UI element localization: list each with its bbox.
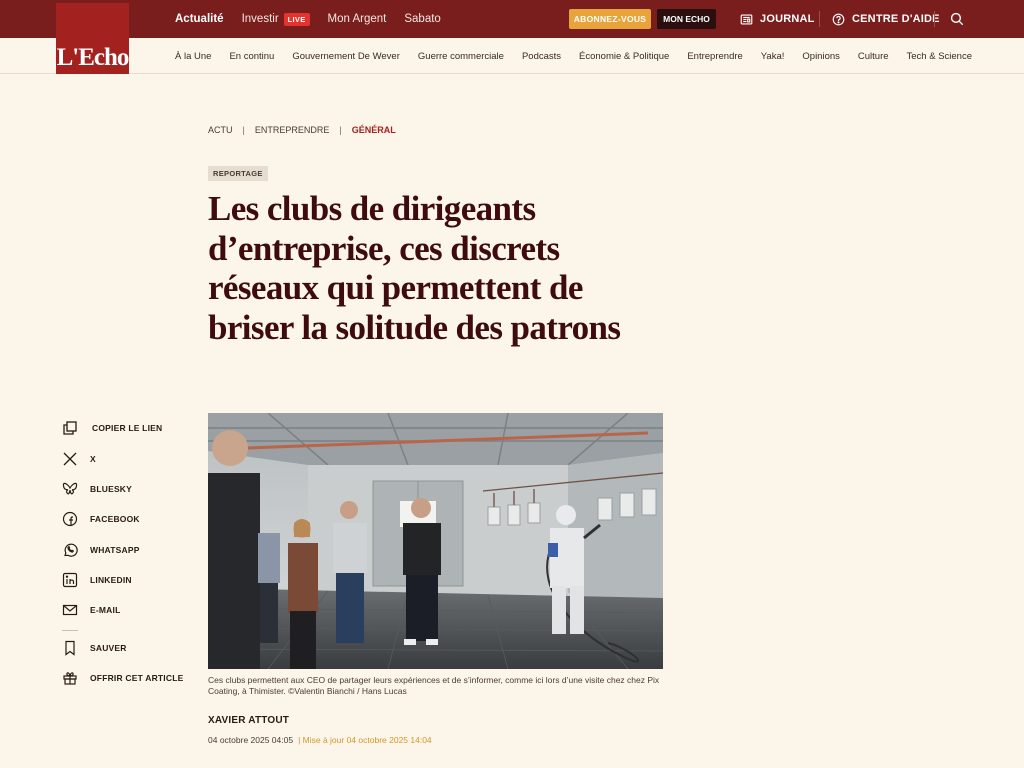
help-link[interactable]: CENTRE D'AIDE	[832, 0, 940, 38]
breadcrumb-current[interactable]: GÉNÉRAL	[352, 125, 396, 135]
share-whatsapp-button[interactable]: WHATSAPP	[62, 542, 140, 558]
article-headline: Les clubs de dirigeants d’entreprise, ce…	[208, 189, 621, 347]
share-facebook-button[interactable]: FACEBOOK	[62, 511, 140, 527]
help-label: CENTRE D'AIDE	[852, 13, 940, 25]
nav-label: Actualité	[175, 13, 224, 25]
share-label: FACEBOOK	[90, 514, 140, 524]
subnav-podcasts[interactable]: Podcasts	[522, 51, 561, 62]
save-button[interactable]: SAUVER	[62, 640, 127, 656]
published-date: 04 octobre 2025 04:05	[208, 735, 294, 745]
subscribe-button[interactable]: ABONNEZ-VOUS	[569, 9, 651, 29]
author-name[interactable]: XAVIER ATTOUT	[208, 715, 289, 726]
share-label: COPIER LE LIEN	[92, 423, 163, 433]
logo-text: L'Echo	[56, 44, 130, 71]
gift-icon	[63, 672, 77, 685]
subnav-yaka[interactable]: Yaka!	[761, 51, 785, 62]
photo-caption: Ces clubs permettent aux CEO de partager…	[208, 675, 660, 696]
x-icon	[63, 452, 77, 466]
gift-article-button[interactable]: OFFRIR CET ARTICLE	[62, 670, 183, 686]
search-icon[interactable]	[950, 12, 964, 26]
mail-icon	[62, 604, 78, 616]
top-nav: Actualité Investir LIVE Mon Argent Sabato	[175, 0, 441, 38]
breadcrumb-separator: |	[339, 125, 342, 135]
share-label: WHATSAPP	[90, 545, 140, 555]
share-divider	[62, 630, 78, 631]
nav-label: Investir	[241, 13, 279, 25]
nav-investir[interactable]: Investir LIVE	[241, 12, 310, 26]
live-badge: LIVE	[283, 12, 310, 26]
facebook-icon	[62, 511, 78, 527]
share-bluesky-button[interactable]: BLUESKY	[62, 481, 132, 497]
logo[interactable]: L'Echo	[56, 0, 129, 74]
share-label: OFFRIR CET ARTICLE	[90, 673, 184, 683]
subnav-guerre-commerciale[interactable]: Guerre commerciale	[418, 51, 504, 62]
breadcrumb-separator: |	[242, 125, 245, 135]
breadcrumb-entreprendre[interactable]: ENTREPRENDRE	[255, 125, 330, 135]
top-bar: Actualité Investir LIVE Mon Argent Sabato…	[0, 0, 1024, 38]
subnav-en-continu[interactable]: En continu	[229, 51, 274, 62]
subnav-culture[interactable]: Culture	[858, 51, 889, 62]
article-tag: REPORTAGE	[208, 166, 268, 181]
nav-label: Sabato	[404, 13, 441, 25]
share-label: BLUESKY	[90, 484, 133, 494]
subnav-economie-politique[interactable]: Économie & Politique	[579, 51, 669, 62]
share-linkedin-button[interactable]: LINKEDIN	[62, 572, 132, 588]
whatsapp-icon	[64, 543, 78, 557]
section-nav: À la Une En continu Gouvernement De Weve…	[0, 38, 1024, 74]
bookmark-icon	[65, 640, 75, 656]
nav-label: Mon Argent	[327, 13, 387, 25]
divider	[819, 11, 820, 27]
share-label: E-MAIL	[90, 605, 121, 615]
bluesky-icon	[62, 482, 78, 495]
copy-link-button[interactable]: COPIER LE LIEN	[62, 420, 162, 436]
updated-date: | Mise à jour 04 octobre 2025 14:04	[298, 735, 432, 745]
copy-icon	[63, 421, 77, 435]
article-dates: 04 octobre 2025 04:05 | Mise à jour 04 o…	[208, 735, 432, 745]
linkedin-icon	[62, 572, 78, 588]
journal-label: JOURNAL	[760, 13, 815, 25]
mon-echo-button[interactable]: MON ECHO	[657, 9, 716, 29]
divider	[934, 11, 935, 27]
article-photo	[208, 413, 663, 669]
breadcrumb-actu[interactable]: ACTU	[208, 125, 233, 135]
subnav-opinions[interactable]: Opinions	[802, 51, 840, 62]
photo-illustration	[208, 413, 663, 669]
share-x-button[interactable]: X	[62, 451, 96, 467]
share-label: SAUVER	[90, 643, 127, 653]
breadcrumb: ACTU | ENTREPRENDRE | GÉNÉRAL	[208, 125, 396, 135]
subnav-entreprendre[interactable]: Entreprendre	[687, 51, 742, 62]
help-icon	[832, 13, 845, 25]
journal-link[interactable]: JOURNAL	[740, 0, 815, 38]
nav-sabato[interactable]: Sabato	[404, 13, 440, 25]
subnav-gouvernement[interactable]: Gouvernement De Wever	[292, 51, 400, 62]
subnav-tech-science[interactable]: Tech & Science	[907, 51, 972, 62]
subnav-a-la-une[interactable]: À la Une	[175, 51, 211, 62]
newspaper-icon	[740, 13, 753, 25]
nav-mon-argent[interactable]: Mon Argent	[328, 13, 387, 25]
nav-actualite[interactable]: Actualité	[175, 13, 224, 25]
share-email-button[interactable]: E-MAIL	[62, 602, 120, 618]
share-label: LINKEDIN	[90, 575, 132, 585]
share-label: X	[90, 454, 96, 464]
